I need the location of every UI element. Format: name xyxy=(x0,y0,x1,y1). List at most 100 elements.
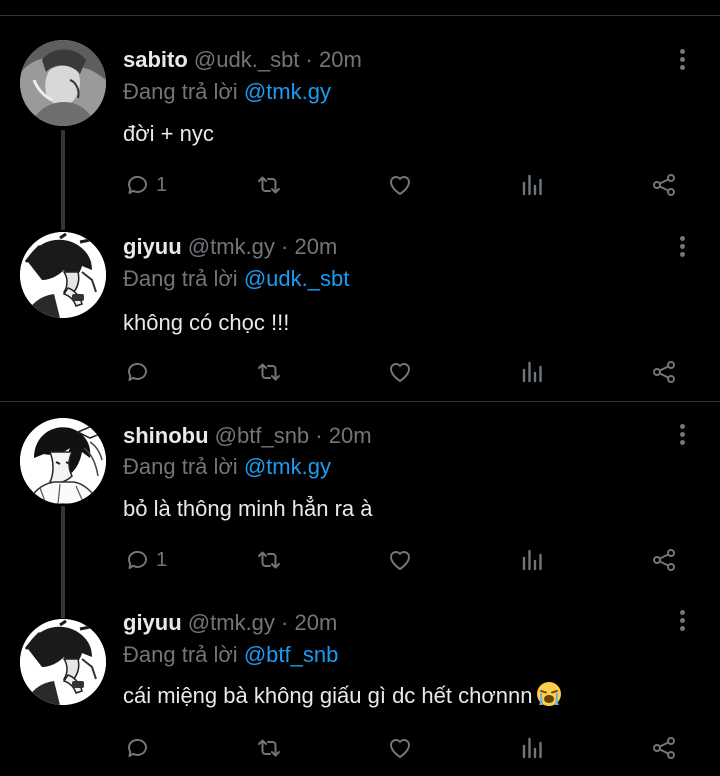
more-icon xyxy=(680,424,685,429)
replying-to: Đang trả lời @udk._sbt xyxy=(123,265,349,293)
tweet-text: bỏ là thông minh hẳn ra à xyxy=(123,496,373,521)
mention-link[interactable]: @tmk.gy xyxy=(244,79,331,104)
separator-dot: · xyxy=(281,610,289,635)
retweet-button[interactable] xyxy=(255,170,283,200)
more-options-button[interactable] xyxy=(673,421,693,449)
more-icon xyxy=(680,65,685,70)
display-name[interactable]: giyuu xyxy=(123,610,182,635)
mention-link[interactable]: @tmk.gy xyxy=(244,454,331,479)
thread-divider xyxy=(0,401,720,402)
avatar[interactable] xyxy=(20,418,106,504)
share-icon xyxy=(653,174,675,196)
more-icon xyxy=(680,244,685,249)
more-icon xyxy=(680,610,685,615)
tweet-actions: 1 xyxy=(0,170,720,200)
share-icon xyxy=(653,361,675,383)
avatar[interactable] xyxy=(20,232,106,318)
more-options-button[interactable] xyxy=(673,233,693,261)
reply-button[interactable]: 1 xyxy=(124,545,167,575)
more-icon xyxy=(680,236,685,241)
reply-button[interactable]: 1 xyxy=(124,170,167,200)
more-icon xyxy=(680,252,685,257)
display-name[interactable]: sabito xyxy=(123,47,188,72)
more-icon xyxy=(680,49,685,54)
views-button[interactable] xyxy=(518,545,546,575)
share-button[interactable] xyxy=(650,170,678,200)
tweet-header: shinobu @btf_snb · 20m xyxy=(123,422,372,450)
separator-dot: · xyxy=(305,47,313,72)
like-button[interactable] xyxy=(386,170,414,200)
like-icon xyxy=(390,739,410,758)
replying-to: Đang trả lời @tmk.gy xyxy=(123,453,331,481)
views-icon xyxy=(522,549,542,571)
reply-icon xyxy=(127,362,147,381)
share-button[interactable] xyxy=(650,357,678,387)
reply-button[interactable] xyxy=(124,733,156,763)
reply-icon xyxy=(127,550,147,569)
tweet-text: cái miệng bà không giấu gì dc hết chơnnn xyxy=(123,683,533,708)
like-icon xyxy=(390,363,410,382)
retweet-icon xyxy=(258,363,280,381)
share-button[interactable] xyxy=(650,733,678,763)
tweet-actions: 1 xyxy=(0,545,720,575)
timestamp[interactable]: 20m xyxy=(329,423,372,448)
replying-to: Đang trả lời @tmk.gy xyxy=(123,78,331,106)
more-icon xyxy=(680,440,685,445)
replying-to-label: Đang trả lời xyxy=(123,454,238,479)
mention-link[interactable]: @udk._sbt xyxy=(244,266,350,291)
views-button[interactable] xyxy=(518,357,546,387)
replying-to-label: Đang trả lời xyxy=(123,266,238,291)
user-handle[interactable]: @tmk.gy xyxy=(188,234,275,259)
share-icon xyxy=(653,737,675,759)
top-divider xyxy=(0,15,720,16)
replying-to: Đang trả lời @btf_snb xyxy=(123,641,338,669)
user-handle[interactable]: @tmk.gy xyxy=(188,610,275,635)
tweet-header: sabito @udk._sbt · 20m xyxy=(123,46,362,74)
reply-count: 1 xyxy=(156,173,168,196)
reply-icon xyxy=(127,738,147,757)
views-icon xyxy=(522,174,542,196)
retweet-button[interactable] xyxy=(255,733,283,763)
timestamp[interactable]: 20m xyxy=(295,234,338,259)
share-button[interactable] xyxy=(650,545,678,575)
retweet-icon xyxy=(258,551,280,569)
retweet-icon xyxy=(258,739,280,757)
more-icon xyxy=(680,432,685,437)
like-button[interactable] xyxy=(386,733,414,763)
separator-dot: · xyxy=(315,423,323,448)
like-icon xyxy=(390,176,410,195)
mention-link[interactable]: @btf_snb xyxy=(244,642,339,667)
more-icon xyxy=(680,626,685,631)
display-name[interactable]: giyuu xyxy=(123,234,182,259)
display-name[interactable]: shinobu xyxy=(123,423,209,448)
more-icon xyxy=(680,618,685,623)
more-options-button[interactable] xyxy=(673,607,693,635)
views-button[interactable] xyxy=(518,170,546,200)
retweet-button[interactable] xyxy=(255,545,283,575)
tweet-header: giyuu @tmk.gy · 20m xyxy=(123,609,337,637)
reply-count: 1 xyxy=(156,548,168,571)
timestamp[interactable]: 20m xyxy=(319,47,362,72)
retweet-button[interactable] xyxy=(255,357,283,387)
loudly-crying-face-emoji-icon xyxy=(537,682,562,706)
user-handle[interactable]: @udk._sbt xyxy=(194,47,300,72)
share-icon xyxy=(653,549,675,571)
avatar[interactable] xyxy=(20,40,106,126)
retweet-icon xyxy=(258,176,280,194)
reply-button[interactable] xyxy=(124,357,156,387)
timestamp[interactable]: 20m xyxy=(295,610,338,635)
separator-dot: · xyxy=(281,234,289,259)
user-handle[interactable]: @btf_snb xyxy=(215,423,310,448)
more-options-button[interactable] xyxy=(673,46,693,74)
like-button[interactable] xyxy=(386,357,414,387)
views-button[interactable] xyxy=(518,733,546,763)
like-button[interactable] xyxy=(386,545,414,575)
tweet-actions xyxy=(0,733,720,763)
tweet-text: đời + nyc xyxy=(123,121,214,146)
tweet-header: giyuu @tmk.gy · 20m xyxy=(123,233,337,261)
like-icon xyxy=(390,551,410,570)
avatar[interactable] xyxy=(20,619,106,705)
replying-to-label: Đang trả lời xyxy=(123,642,238,667)
tweet-text: không có chọc !!! xyxy=(123,310,290,335)
tweet-actions xyxy=(0,357,720,387)
